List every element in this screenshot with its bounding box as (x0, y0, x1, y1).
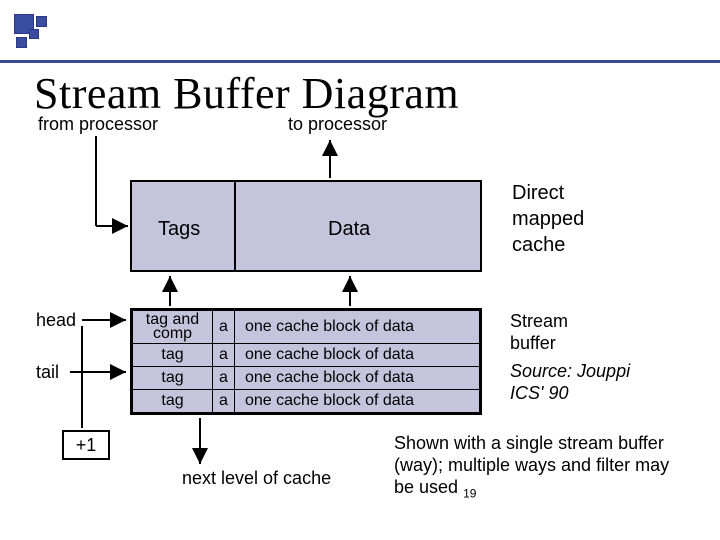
to-processor-label: to processor (288, 114, 387, 135)
direct-mapped-cache-box: Tags Data (130, 180, 482, 272)
cache-caption: Direct mapped cache (512, 180, 584, 258)
table-row: tag and comp a one cache block of data (133, 311, 480, 344)
head-pointer-label: head (36, 310, 76, 331)
slide-logo (14, 14, 54, 54)
stream-buffer-caption: Stream buffer (510, 310, 568, 354)
cache-tags-label: Tags (158, 218, 200, 241)
increment-box: +1 (62, 430, 110, 460)
source-citation: Source: Jouppi ICS' 90 (510, 360, 630, 404)
header-divider (0, 60, 720, 63)
table-row: tag a one cache block of data (133, 367, 480, 390)
next-level-label: next level of cache (182, 468, 331, 489)
table-row: tag a one cache block of data (133, 344, 480, 367)
from-processor-label: from processor (38, 114, 158, 135)
tail-pointer-label: tail (36, 362, 59, 383)
stream-buffer-table: tag and comp a one cache block of data t… (130, 308, 482, 415)
slide-title: Stream Buffer Diagram (34, 68, 459, 119)
footer-note: Shown with a single stream buffer (way);… (394, 432, 669, 505)
cache-data-label: Data (328, 218, 370, 241)
table-row: tag a one cache block of data (133, 390, 480, 413)
page-number: 19 (463, 487, 476, 501)
